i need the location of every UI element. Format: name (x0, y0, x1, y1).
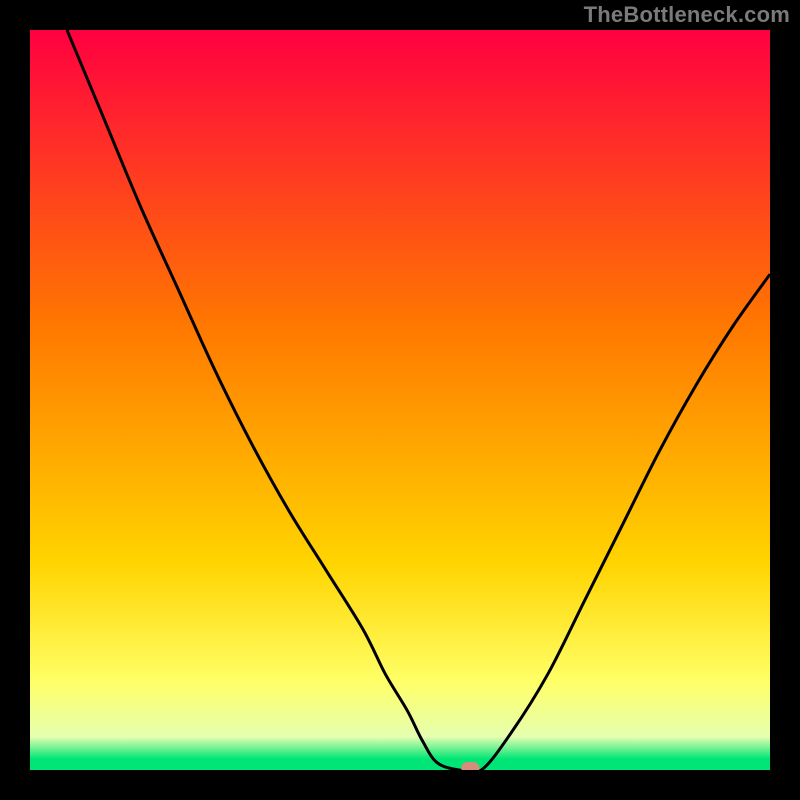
bottleneck-chart (0, 0, 800, 800)
optimal-point-marker (461, 762, 479, 774)
plot-background (30, 30, 770, 770)
watermark-text: TheBottleneck.com (584, 2, 790, 28)
chart-frame: TheBottleneck.com (0, 0, 800, 800)
